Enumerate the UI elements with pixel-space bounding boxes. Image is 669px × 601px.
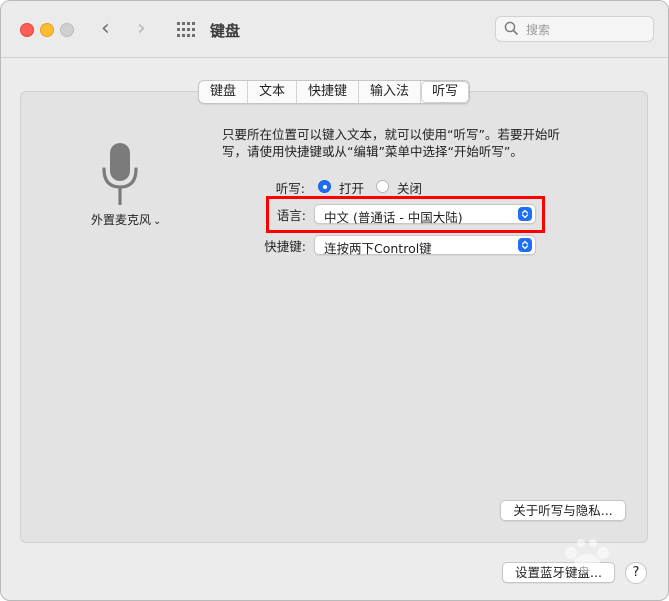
back-chevron-icon[interactable]: ‹ [101,18,110,40]
search-field[interactable] [495,16,654,42]
microphone-label: 外置麦克风 [91,213,152,227]
shortcut-popup[interactable]: 连按两下Control键 [314,235,536,256]
dictation-on-radio[interactable] [318,180,331,193]
red-highlight-box [266,196,545,233]
tab-text[interactable]: 文本 [248,81,298,103]
dictation-label: 听写: [275,181,305,196]
chevron-down-icon: ⌄ [153,216,162,227]
dictation-off-label: 关闭 [397,181,423,196]
window-title: 键盘 [210,22,241,40]
tab-keyboard[interactable]: 键盘 [199,81,249,103]
baidu-watermark-logo [565,539,609,572]
shortcut-value: 连按两下Control键 [324,241,432,256]
shortcut-label: 快捷键: [264,239,306,254]
description-line-1: 只要所在位置可以键入文本，就可以使用“听写”。若要开始听 [222,127,560,142]
tab-shortcuts[interactable]: 快捷键 [297,81,360,103]
popup-stepper-icon [518,238,532,252]
dictation-on-label: 打开 [339,181,365,196]
microphone-icon [102,143,138,205]
microphone-source-menu[interactable]: 外置麦克风 ⌄ [91,211,161,228]
tab-input-sources[interactable]: 输入法 [359,81,422,103]
forward-chevron-icon[interactable]: › [137,18,146,40]
privacy-button[interactable]: 关于听写与隐私... [500,500,626,521]
search-input[interactable] [524,20,648,40]
minimize-window-button[interactable] [40,23,54,37]
tab-bar: 键盘 文本 快捷键 输入法 听写 [198,80,471,104]
dictation-off-radio[interactable] [376,180,389,193]
close-window-button[interactable] [20,23,34,37]
zoom-window-button[interactable] [60,23,74,37]
dictation-description: 只要所在位置可以键入文本，就可以使用“听写”。若要开始听 写，请使用快捷键或从“… [222,126,602,160]
show-all-grid-icon[interactable] [177,22,195,37]
tab-dictation[interactable]: 听写 [421,81,470,103]
description-line-2: 写，请使用快捷键或从“编辑”菜单中选择“开始听写”。 [222,144,523,159]
search-icon [504,21,518,35]
system-preferences-window: ‹ › 键盘 键盘 文本 快捷键 输入法 听写 外置麦克风⌄ 只要所在位置可以键… [0,0,669,601]
title-bar: ‹ › 键盘 [1,1,668,58]
